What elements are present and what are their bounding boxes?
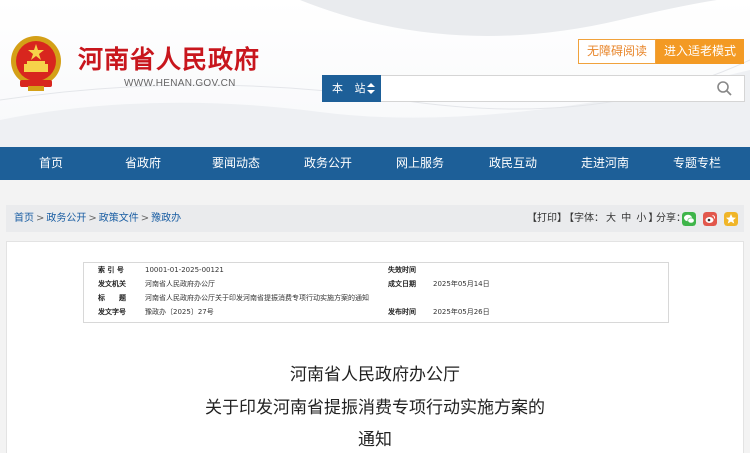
nav-item-news[interactable]: 要闻动态 (212, 147, 260, 180)
metadata-row: 发文字号 豫政办〔2025〕27号 发布时间 2025年05月26日 (84, 306, 670, 319)
site-name[interactable]: 河南省人民政府 (78, 40, 260, 76)
site-url: WWW.HENAN.GOV.CN (124, 78, 236, 89)
breadcrumb-item-policy-docs[interactable]: 政策文件 (99, 213, 139, 224)
issuer-value: 河南省人民政府办公厅 (145, 280, 215, 288)
nav-item-home[interactable]: 首页 (39, 147, 63, 180)
document-number-label: 发文字号 (98, 308, 126, 316)
document-title-line-2: 关于印发河南省提振消费专项行动实施方案的 (205, 398, 545, 418)
metadata-row: 标 题 河南省人民政府办公厅关于印发河南省提振消费专项行动实施方案的通知 (84, 292, 670, 305)
search-input[interactable] (381, 75, 745, 102)
font-small-button[interactable]: 小 (636, 213, 646, 224)
national-emblem-icon (11, 36, 61, 91)
issuer-label: 发文机关 (98, 280, 126, 288)
nav-item-about-henan[interactable]: 走进河南 (581, 147, 629, 180)
qzone-icon[interactable] (724, 212, 738, 226)
nav-item-online-service[interactable]: 网上服务 (396, 147, 444, 180)
publish-date-label: 发布时间 (388, 308, 416, 316)
accessibility-reading-button[interactable]: 无障碍阅读 (578, 39, 656, 64)
wechat-icon[interactable] (682, 212, 696, 226)
nav-item-open-government[interactable]: 政务公开 (304, 147, 352, 180)
written-date-label: 成文日期 (388, 280, 416, 288)
weibo-icon[interactable] (703, 212, 717, 226)
search-scope-label: 本 站 (332, 82, 370, 95)
metadata-row: 发文机关 河南省人民政府办公厅 成文日期 2025年05月14日 (84, 278, 670, 291)
metadata-row: 索 引 号 10001-01-2025-00121 失效时间 (84, 264, 670, 277)
document-title-line-3: 通知 (358, 430, 392, 450)
site-header: 河南省人民政府 WWW.HENAN.GOV.CN 无障碍阅读 进入适老模式 本 … (0, 0, 750, 147)
title-label: 标 题 (98, 294, 126, 302)
chevron-updown-icon (367, 83, 375, 94)
title-value: 河南省人民政府办公厅关于印发河南省提振消费专项行动实施方案的通知 (145, 294, 369, 302)
breadcrumb-bar: 首页 > 政务公开 > 政策文件 > 豫政办 【打印】 【字体：大 中 小】 分享： (6, 205, 744, 232)
breadcrumb-separator: > (140, 213, 150, 224)
written-date-value: 2025年05月14日 (433, 280, 490, 288)
main-nav: 首页 省政府 要闻动态 政务公开 网上服务 政民互动 走进河南 专题专栏 (0, 147, 750, 180)
font-medium-button[interactable]: 中 (621, 213, 631, 224)
nav-item-government[interactable]: 省政府 (125, 147, 161, 180)
breadcrumb-separator: > (36, 213, 45, 224)
search-icon[interactable] (715, 79, 735, 99)
nav-item-topics[interactable]: 专题专栏 (673, 147, 721, 180)
search-scope-select[interactable]: 本 站 (322, 75, 381, 102)
font-size-prefix: 【字体： (569, 213, 604, 224)
publish-date-value: 2025年05月26日 (433, 308, 490, 316)
breadcrumb-item-yuzhengban[interactable]: 豫政办 (151, 213, 181, 224)
font-large-button[interactable]: 大 (606, 213, 616, 224)
breadcrumb-item-open-government[interactable]: 政务公开 (46, 213, 86, 224)
print-button[interactable]: 【打印】 (527, 213, 567, 224)
breadcrumb: 首页 > 政务公开 > 政策文件 > 豫政办 (14, 205, 181, 232)
breadcrumb-item-home[interactable]: 首页 (14, 213, 34, 224)
document-title-line-1: 河南省人民政府办公厅 (290, 365, 460, 385)
page-tools: 【打印】 【字体：大 中 小】 (527, 205, 660, 232)
document-metadata-table: 索 引 号 10001-01-2025-00121 失效时间 发文机关 河南省人… (83, 262, 669, 323)
elder-mode-button[interactable]: 进入适老模式 (656, 39, 744, 64)
document-number-value: 豫政办〔2025〕27号 (145, 308, 214, 316)
breadcrumb-separator: > (88, 213, 97, 224)
expire-time-label: 失效时间 (388, 266, 416, 274)
nav-item-interaction[interactable]: 政民互动 (489, 147, 537, 180)
index-number-value: 10001-01-2025-00121 (145, 266, 224, 274)
index-number-label: 索 引 号 (98, 266, 124, 274)
